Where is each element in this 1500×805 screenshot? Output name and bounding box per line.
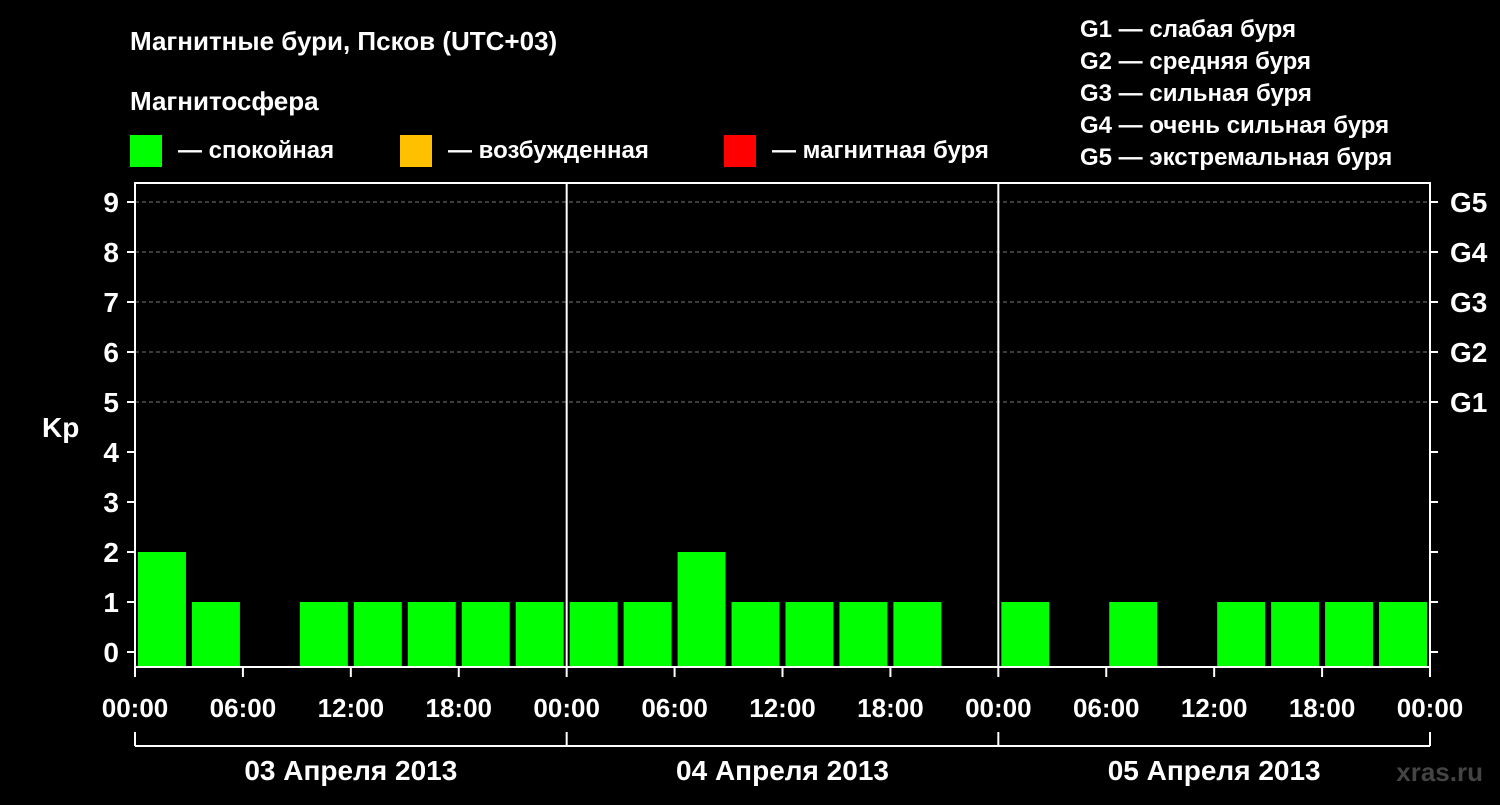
kp-bar-12 [785,602,834,667]
y-tick-label-3: 3 [103,487,119,518]
kp-bar-5 [407,602,456,667]
plot-area: 0 1 2 3 4 5 6 7 8 9 G1 G2 G3 G4 G5 00:00 06:00 12:00 18:00… [102,182,1488,786]
y-tick-label-8: 8 [103,237,119,268]
kp-bar-6 [461,602,510,667]
x-tick-label-1: 06:00 [210,693,277,723]
kp-bar-18 [1109,602,1158,667]
x-tick-label-4: 00:00 [533,693,600,723]
y-tick-label-9: 9 [103,187,119,218]
kp-bar-14 [893,602,942,667]
kp-bar-4 [353,602,402,667]
x-tick-label-12: 00:00 [1397,693,1464,723]
plot-frame [134,182,1431,668]
y-tick-label-5: 5 [103,387,119,418]
x-tick-label-10: 12:00 [1181,693,1248,723]
legend-label-storm: — магнитная буря [772,137,989,164]
kp-bar-9 [623,602,672,667]
right-axis-label-g4: G4 [1450,237,1488,268]
kp-bar-22 [1325,602,1374,667]
kp-bar-8 [569,602,618,667]
right-axis-label-g3: G3 [1450,287,1487,318]
kp-bar-23 [1379,602,1427,667]
day-label-1: 04 Апреля 2013 [676,755,889,786]
legend-swatch-storm [724,135,756,167]
kp-bar-10 [677,552,726,667]
y-axis-label: Kp [42,412,79,443]
legend-label-calm: — спокойная [178,137,334,164]
kp-bar-7 [515,602,564,667]
storm-scale-g3: G3 — сильная буря [1080,80,1312,107]
x-tick-label-9: 06:00 [1073,693,1140,723]
x-tick-label-3: 18:00 [426,693,493,723]
watermark: xras.ru [1396,757,1483,787]
y-tick-label-1: 1 [103,587,119,618]
storm-scale-g4: G4 — очень сильная буря [1080,112,1389,139]
legend-swatch-calm [130,135,162,167]
kp-bar-11 [731,602,780,667]
day-label-0: 03 Апреля 2013 [244,755,457,786]
right-axis-label-g1: G1 [1450,387,1487,418]
x-tick-label-6: 12:00 [749,693,816,723]
y-tick-label-2: 2 [103,537,119,568]
x-tick-label-8: 00:00 [965,693,1032,723]
y-tick-label-6: 6 [103,337,119,368]
y-tick-label-0: 0 [103,637,119,668]
y-tick-label-4: 4 [103,437,119,468]
kp-bar-20 [1217,602,1266,667]
day-label-2: 05 Апреля 2013 [1108,755,1321,786]
kp-bar-21 [1271,602,1320,667]
y-tick-label-7: 7 [103,287,119,318]
kp-bar-13 [839,602,888,667]
chart-title: Магнитные бури, Псков (UTC+03) [130,26,557,56]
storm-scale-g1: G1 — слабая буря [1080,16,1296,43]
right-axis-label-g5: G5 [1450,187,1487,218]
kp-bar-3 [299,602,348,667]
legend-title: Магнитосфера [130,86,319,116]
legend-swatch-excited [400,135,432,167]
x-tick-label-0: 00:00 [102,693,169,723]
kp-bar-1 [191,602,240,667]
kp-bar-16 [1001,602,1050,667]
kp-chart: Магнитные бури, Псков (UTC+03) Магнитосф… [42,16,1488,787]
legend-label-excited: — возбужденная [448,137,649,164]
x-tick-label-7: 18:00 [857,693,924,723]
kp-bar-0 [138,552,186,667]
x-tick-label-2: 12:00 [318,693,385,723]
x-tick-label-11: 18:00 [1289,693,1356,723]
x-tick-label-5: 06:00 [641,693,708,723]
right-axis-label-g2: G2 [1450,337,1487,368]
storm-scale-g2: G2 — средняя буря [1080,48,1311,75]
storm-scale-g5: G5 — экстремальная буря [1080,144,1392,171]
